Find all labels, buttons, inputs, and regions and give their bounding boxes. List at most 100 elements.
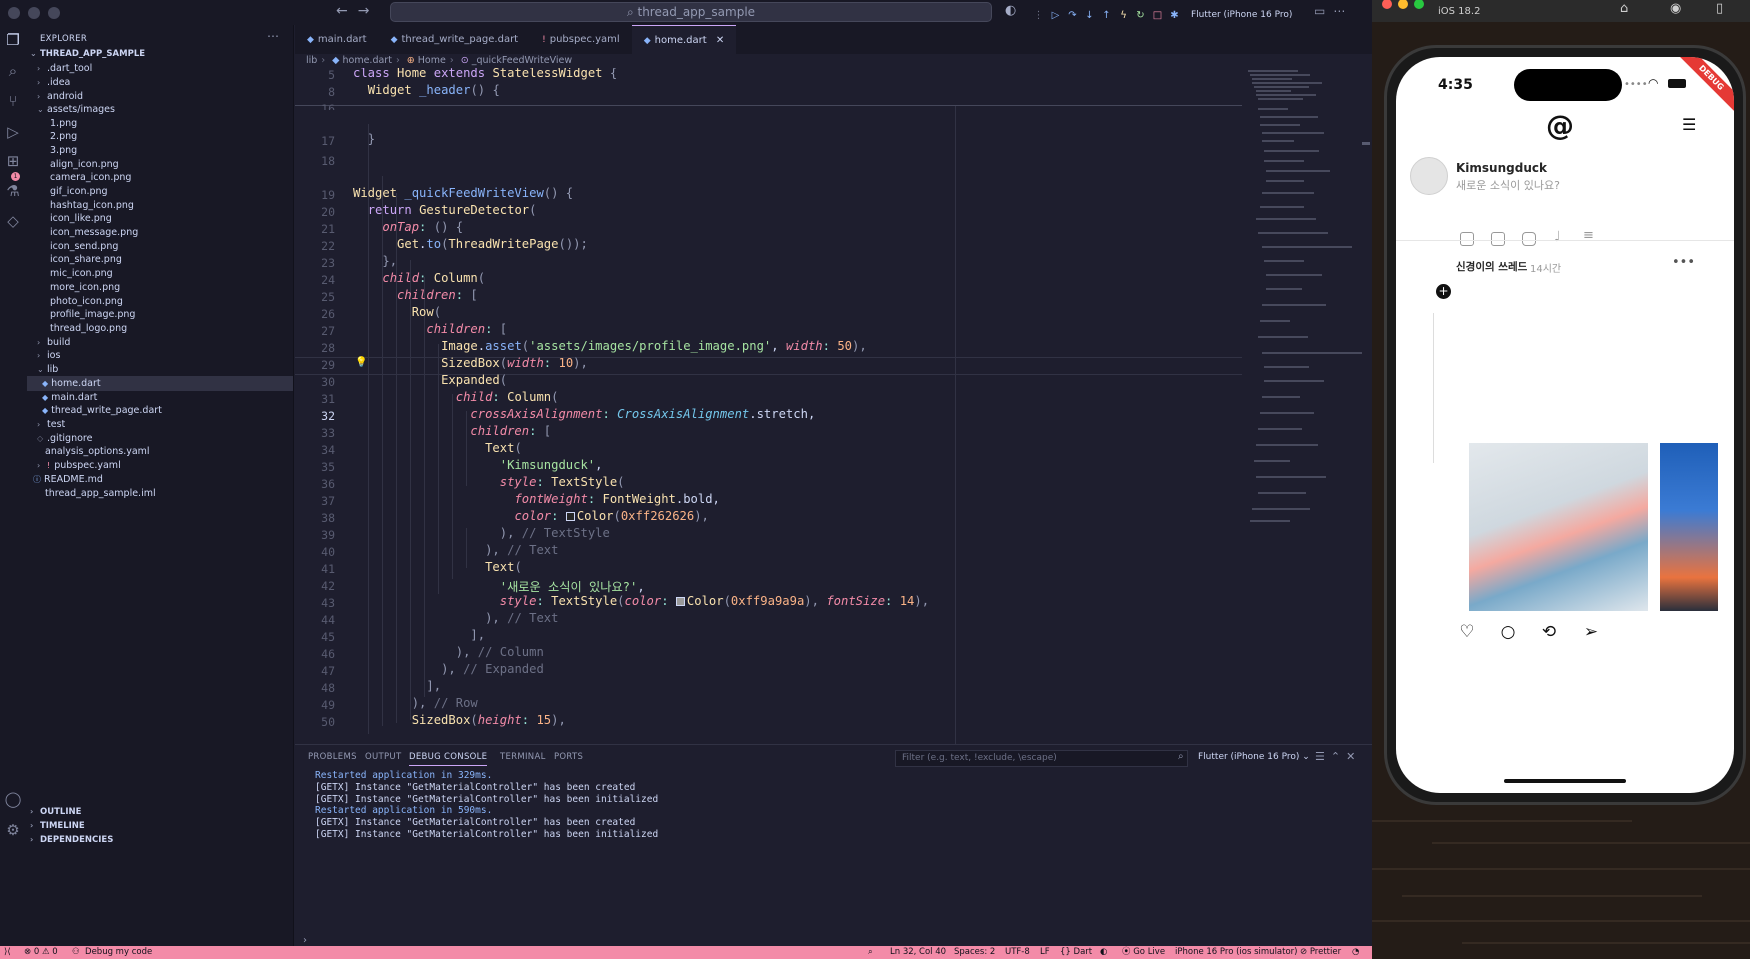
tree-item-dart-tool[interactable]: › .dart_tool (27, 61, 293, 76)
tree-item-file[interactable]: thread_logo.png (27, 321, 293, 336)
console-filter-input[interactable]: Filter (e.g. text, !exclude, \escape) (895, 750, 1188, 767)
layout-icons[interactable]: ▭⋯ (1314, 4, 1353, 18)
prettier-status[interactable]: ⊘ Prettier (1300, 946, 1341, 959)
search-status-icon[interactable]: ⌕ (868, 946, 873, 959)
language-mode[interactable]: {} Dart (1060, 946, 1092, 959)
end-of-line[interactable]: LF (1040, 946, 1050, 959)
tree-item-file[interactable]: gif_icon.png (27, 184, 293, 199)
console-device-selector[interactable]: Flutter (iPhone 16 Pro) ⌄ (1198, 752, 1310, 762)
extensions-icon[interactable]: ⊞ (4, 152, 22, 170)
timeline-section[interactable]: › TIMELINE (27, 818, 293, 833)
run-debug-icon[interactable]: ▷ (4, 123, 22, 141)
tree-item-thread-write-page[interactable]: ◆ thread_write_page.dart (27, 403, 293, 418)
tree-item-file[interactable]: camera_icon.png (27, 170, 293, 185)
drag-handle-icon[interactable]: ⋮ (1032, 9, 1045, 22)
tree-item-iml[interactable]: thread_app_sample.iml (27, 486, 293, 501)
source-control-icon[interactable]: ⑂ (4, 92, 22, 110)
close-window-button[interactable] (8, 6, 20, 19)
tree-item-readme[interactable]: ⓘ README.md (27, 472, 293, 487)
more-icon[interactable]: ••• (1672, 255, 1695, 270)
outline-section[interactable]: › OUTLINE (27, 804, 293, 819)
breadcrumb-item[interactable]: Home (418, 55, 446, 66)
command-center-search[interactable]: ⌕ thread_app_sample (390, 2, 992, 22)
comment-icon[interactable]: ○ (1499, 623, 1517, 641)
send-icon[interactable]: ➢ (1582, 623, 1600, 641)
post-image[interactable] (1469, 443, 1648, 611)
tree-item-analysis-options[interactable]: analysis_options.yaml (27, 444, 293, 459)
screenshot-icon[interactable]: ◉ (1670, 1, 1681, 16)
tab-pubspec[interactable]: ! pubspec.yaml (530, 25, 632, 54)
testing-icon[interactable]: ⚗ (4, 182, 22, 200)
color-swatch[interactable] (565, 512, 575, 521)
camera-icon[interactable] (1491, 232, 1505, 246)
tab-ports[interactable]: PORTS (554, 752, 583, 762)
gif-icon[interactable] (1522, 232, 1536, 246)
step-out-icon[interactable]: ↑ (1100, 9, 1113, 22)
more-actions-icon[interactable]: ⋯ (267, 29, 279, 43)
tab-home-dart[interactable]: ◆ home.dart ✕ (631, 25, 737, 54)
step-over-icon[interactable]: ↷ (1066, 9, 1079, 22)
zoom-window-button[interactable] (1414, 0, 1424, 9)
rotate-icon[interactable]: ▯ (1716, 1, 1723, 16)
explorer-icon[interactable]: ❐ (4, 31, 22, 49)
like-icon[interactable]: ♡ (1458, 623, 1476, 641)
account-icon[interactable]: ◯ (4, 790, 22, 808)
remote-indicator[interactable]: ⟩⟨ (4, 946, 11, 959)
repost-icon[interactable]: ⟲ (1540, 623, 1558, 641)
minimize-window-button[interactable] (1398, 0, 1408, 9)
menu-icon[interactable]: ☰ (1682, 115, 1696, 134)
thread-author[interactable]: 신경이의 쓰레드 (1456, 259, 1527, 274)
breadcrumb-item[interactable]: _quickFeedWriteView (472, 55, 572, 66)
color-swatch[interactable] (675, 597, 685, 606)
tab-main-dart[interactable]: ◆ main.dart (295, 25, 379, 54)
tree-item-file[interactable]: icon_message.png (27, 225, 293, 240)
tab-output[interactable]: OUTPUT (365, 752, 401, 762)
follow-plus-icon[interactable]: + (1436, 284, 1451, 299)
step-into-icon[interactable]: ↓ (1083, 9, 1096, 22)
go-live[interactable]: ⦿ Go Live (1122, 946, 1165, 959)
device-status[interactable]: iPhone 16 Pro (ios simulator) (1175, 946, 1297, 959)
photo-icon[interactable] (1460, 232, 1474, 246)
dependencies-section[interactable]: › DEPENDENCIES (27, 832, 293, 847)
minimize-window-button[interactable] (28, 6, 40, 19)
tree-item-test[interactable]: › test (27, 417, 293, 432)
tree-item-idea[interactable]: › .idea (27, 75, 293, 90)
tree-item-file[interactable]: profile_image.png (27, 307, 293, 322)
home-icon[interactable]: ⌂ (1620, 1, 1628, 16)
restart-icon[interactable]: ↻ (1134, 9, 1147, 22)
tab-thread-write-page[interactable]: ◆ thread_write_page.dart (379, 25, 531, 54)
tree-item-file[interactable]: icon_share.png (27, 252, 293, 267)
stop-icon[interactable]: □ (1151, 9, 1164, 22)
hot-reload-icon[interactable]: ϟ (1117, 9, 1130, 22)
encoding[interactable]: UTF-8 (1005, 946, 1030, 959)
close-tab-icon[interactable]: ✕ (716, 35, 724, 46)
copilot-status-icon[interactable]: ◐ (1100, 946, 1107, 959)
indentation[interactable]: Spaces: 2 (954, 946, 995, 959)
minimap[interactable] (1242, 68, 1372, 744)
notifications-bell-icon[interactable]: ◔ (1352, 946, 1359, 959)
tree-item-file[interactable]: mic_icon.png (27, 266, 293, 281)
close-window-button[interactable] (1382, 0, 1392, 9)
settings-gear-icon[interactable]: ⚙ (4, 821, 22, 839)
mic-icon[interactable]: ♩ (1554, 229, 1561, 245)
breadcrumb-item[interactable]: home.dart (343, 55, 392, 66)
zoom-window-button[interactable] (48, 6, 60, 19)
sticky-scroll[interactable]: 5 class Home extends StatelessWidget { 8 … (295, 68, 1242, 106)
debug-status[interactable]: ⚇ Debug my code (72, 946, 152, 959)
devtools-icon[interactable]: ✱ (1168, 9, 1181, 22)
search-icon[interactable]: ⌕ (4, 62, 22, 80)
tab-problems[interactable]: PROBLEMS (308, 752, 357, 762)
nav-arrows[interactable]: ←→ (336, 3, 379, 19)
tree-item-home-dart[interactable]: ◆ home.dart (27, 376, 293, 391)
panel-actions[interactable]: ☰⌃✕ (1315, 750, 1361, 763)
breadcrumb-item[interactable]: lib (306, 55, 317, 66)
copilot-icon[interactable]: ◐ (1005, 3, 1016, 18)
tree-item-assets-images[interactable]: ⌄ assets/images (27, 102, 293, 117)
post-image[interactable] (1660, 443, 1718, 611)
editor-scrollbar[interactable] (1362, 142, 1370, 145)
continue-icon[interactable]: ▷ (1049, 9, 1062, 22)
tab-terminal[interactable]: TERMINAL (500, 752, 546, 762)
code-editor[interactable]: 💡 19 Widget _quickFeedWriteView() { 20 re… (295, 68, 1242, 744)
tree-item-file[interactable]: icon_like.png (27, 211, 293, 226)
tree-item-pubspec[interactable]: ›! pubspec.yaml (27, 458, 293, 473)
